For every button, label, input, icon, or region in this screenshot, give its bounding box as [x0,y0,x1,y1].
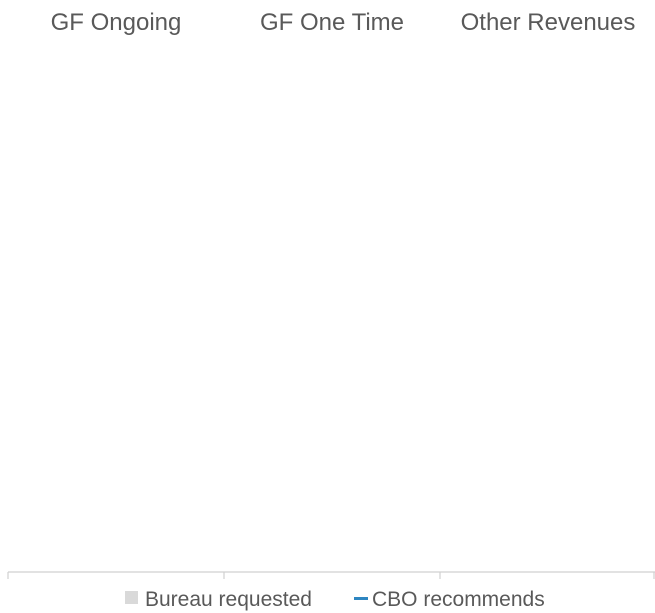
legend-swatch-bureau-requested [125,591,138,604]
category-title-gf-ongoing: GF Ongoing [51,9,182,36]
x-axis [7,571,655,579]
legend-label-cbo-recommends: CBO recommends [372,588,545,611]
category-titles: GF Ongoing GF One Time Other Revenues [51,9,636,36]
chart: GF Ongoing GF One Time Other Revenues Bu… [7,9,655,611]
legend: Bureau requested CBO recommends [125,588,545,611]
legend-label-bureau-requested: Bureau requested [145,588,312,611]
category-title-gf-one-time: GF One Time [260,9,404,36]
category-title-other-revenues: Other Revenues [461,9,636,36]
legend-swatch-cbo-recommends [354,597,368,600]
